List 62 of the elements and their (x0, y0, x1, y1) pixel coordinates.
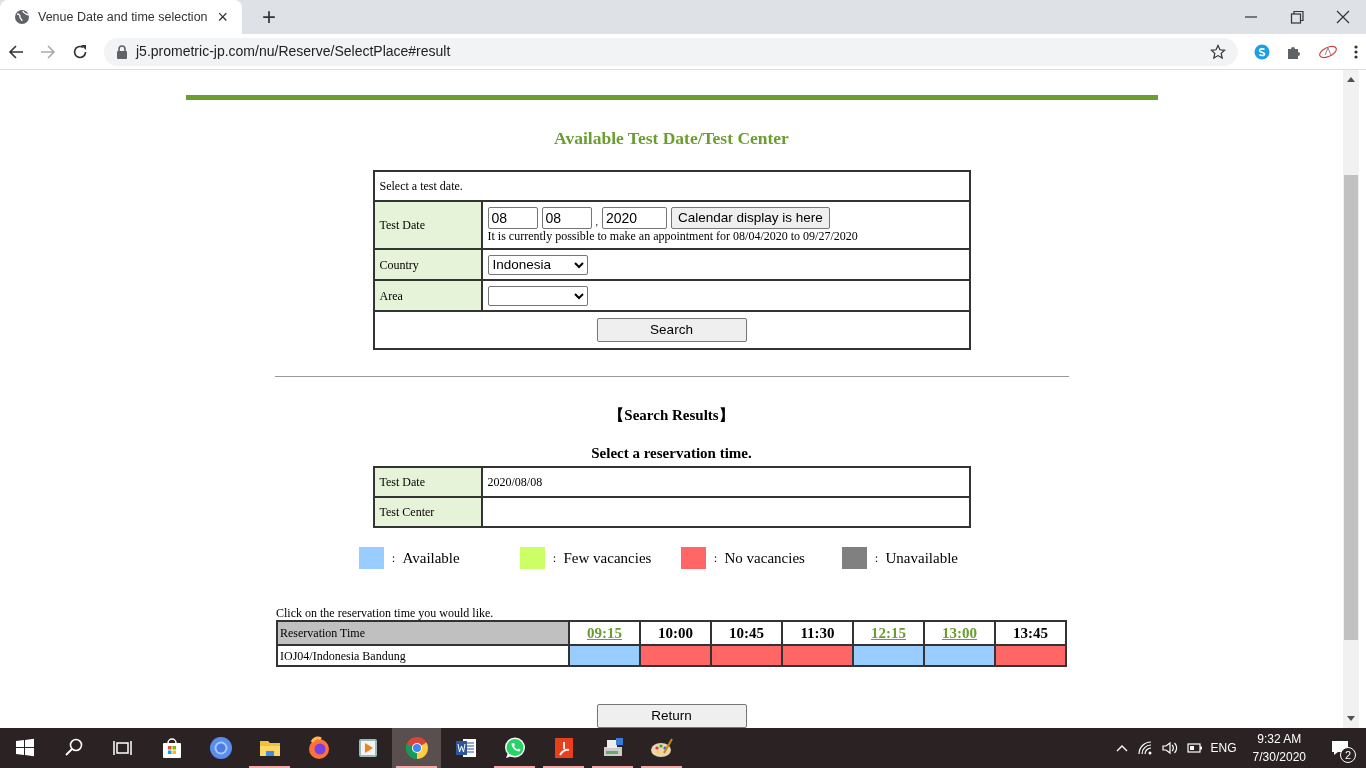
search-button[interactable]: Search (596, 318, 747, 343)
field-label: Test Date (373, 201, 482, 250)
legend-label: Few vacancies (563, 549, 652, 569)
running-indicator (641, 766, 682, 768)
globe-icon (14, 9, 30, 25)
url-text: j5.prometric-jp.com/nu/Reserve/SelectPlace#result (136, 42, 451, 61)
colon-text: ： (548, 551, 560, 567)
column-header: Reservation Time (277, 620, 569, 646)
colon-text: ： (709, 551, 721, 567)
language-indicator[interactable]: ENG (1210, 739, 1237, 757)
table-cell: IOJ04/Indonesia Bandung (277, 645, 569, 667)
running-indicator (396, 766, 437, 768)
running-indicator (494, 766, 535, 768)
reload-icon[interactable] (72, 43, 88, 60)
tab-title: Venue Date and time selection (38, 8, 208, 26)
clock-date[interactable]: 7/30/2020 (1252, 748, 1306, 766)
legend-label: Unavailable (885, 549, 958, 569)
address-bar[interactable]: j5.prometric-jp.com/nu/Reserve/SelectPlace#result (104, 37, 1238, 66)
scrollbar[interactable] (1343, 70, 1359, 728)
field-value: 2020/08/08 (481, 467, 970, 498)
legend-label: No vacancies (724, 549, 805, 569)
browser-tab[interactable]: Venue Date and time selection × (0, 0, 242, 34)
colon-text: ： (870, 551, 882, 567)
star-icon[interactable] (1210, 43, 1226, 60)
legend-label: Available (402, 549, 460, 569)
field-label: Area (373, 280, 482, 312)
back-icon[interactable] (8, 43, 24, 60)
section-heading: 【Search Results】 (608, 406, 735, 426)
field-label: Test Center (373, 497, 482, 528)
instruction-text: Click on the reservation time you would like. (276, 605, 495, 620)
day-field[interactable]: 08 (541, 207, 592, 230)
close-icon[interactable] (1335, 9, 1351, 25)
month-field[interactable]: 08 (487, 207, 538, 230)
appointment-note: It is currently possible to make an appointment for 08/04/2020 to 09/27/2020 (487, 229, 859, 244)
notification-count: 2 (1340, 747, 1356, 763)
running-indicator (543, 766, 584, 768)
instruction-text: Select a test date. (373, 171, 970, 202)
calendar-button[interactable]: Calendar display is here (671, 207, 830, 230)
tab-close-button[interactable]: × (213, 8, 232, 26)
menu-icon[interactable] (1354, 43, 1358, 60)
running-indicator (592, 766, 633, 768)
skype-icon[interactable] (1254, 43, 1270, 60)
notification-button[interactable]: 2 (1322, 728, 1358, 768)
section-subheading: Select a reservation time. (590, 443, 753, 463)
extension-icon[interactable] (1318, 43, 1338, 60)
separator-text: , (595, 215, 598, 230)
restore-icon[interactable] (1289, 9, 1305, 25)
field-label: Country (373, 249, 482, 281)
return-button[interactable]: Return (596, 704, 747, 728)
country-select[interactable]: Indonesia (487, 254, 588, 275)
running-indicator (249, 766, 290, 768)
page-heading: Available Test Date/Test Center (553, 126, 790, 150)
volume-icon[interactable] (1160, 740, 1179, 756)
new-tab-button[interactable]: + (256, 5, 282, 29)
battery-icon[interactable] (1186, 740, 1203, 756)
year-field[interactable]: 2020 (602, 207, 667, 230)
field-label: Test Date (373, 467, 482, 498)
clock-time[interactable]: 9:32 AM (1257, 730, 1302, 748)
colon-text: ： (387, 551, 399, 567)
lock-icon (116, 44, 128, 59)
area-select[interactable] (487, 285, 588, 306)
wifi-icon[interactable] (1136, 740, 1153, 756)
